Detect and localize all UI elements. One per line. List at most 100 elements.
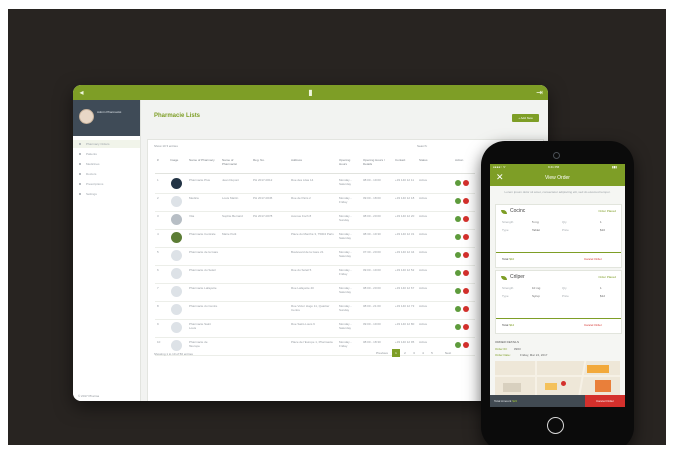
table-row[interactable]: 7 Pharmacie Lafayette Rue Lafayette 40 Mond… [155,283,475,302]
table-row[interactable]: 1 Pharmacie Plus Jean Dupont PH 2017-0012 Ru… [155,175,475,194]
map-block [587,365,609,373]
pharmacy-name: Pharmacie Saint Louis [189,322,212,330]
opening-hours: 08:00 - 20:00 [363,286,381,290]
order-details-heading: ORDER DETAILS [495,340,519,344]
table-row[interactable]: 3 Vita Sophie Bernard PH 2017-0078 Avenue Fo… [155,211,475,230]
sidebar-item-settings[interactable]: Settings [73,190,140,198]
edit-icon[interactable] [455,252,461,258]
divider [496,252,621,253]
delete-icon[interactable] [463,198,469,204]
page-button[interactable]: 1 [392,349,400,357]
bullet-icon [79,193,81,195]
menu-icon[interactable]: ◂ [77,88,86,97]
opening-days: Monday - Friday [339,268,352,276]
field-value: $12 [600,294,606,298]
opening-hours: 08:30 - 19:30 [363,232,381,236]
table-row[interactable]: 9 Pharmacie Saint Louis Rue Saint-Louis 9 M… [155,319,475,338]
sidebar-item-label: Doctors [86,172,97,176]
table-row[interactable]: 4 Pharmacie Centrale Marie Petit Place du M… [155,229,475,248]
opening-days: Monday - Saturday [339,178,352,186]
edit-icon[interactable] [455,198,461,204]
status-badge: Active [419,214,428,218]
home-button[interactable] [547,417,564,434]
col-address[interactable]: Address [291,158,333,162]
avatar[interactable] [79,109,94,124]
contact: +33 140 12 80 [395,322,415,326]
table-row[interactable]: 8 Pharmacie du Centre Rue Victor Hugo 11, … [155,301,475,320]
status-badge: Active [419,340,428,344]
page-button[interactable]: 4 [419,349,427,357]
sidebar-item-patients[interactable]: Patients [73,150,140,158]
cancel-all-button[interactable]: Cancel Order [585,395,625,407]
page-button[interactable]: 3 [410,349,418,357]
col-contact[interactable]: Contact [395,158,415,162]
pharmacist-name: Louis Martin [222,196,239,200]
page-button[interactable]: 5 [428,349,436,357]
delete-icon[interactable] [463,342,469,348]
prev-page-button[interactable]: Previous [374,349,390,357]
col-pharmacy[interactable]: Name of Pharmacy [189,158,217,162]
logout-icon[interactable]: ⇥ [535,88,544,97]
delete-icon[interactable] [463,252,469,258]
cancel-order-button[interactable]: Cancel Order [584,257,602,261]
field-value: Syrup [532,294,540,298]
edit-icon[interactable] [455,216,461,222]
delete-icon[interactable] [463,180,469,186]
col-reg[interactable]: Reg. No. [253,158,283,162]
notification-icon[interactable]: ▮ [306,88,315,97]
edit-icon[interactable] [455,306,461,312]
delete-icon[interactable] [463,216,469,222]
table-row[interactable]: 5 Pharmacie de la Gare Boulevard de la Gar… [155,247,475,266]
bullet-icon [79,163,81,165]
sidebar-item-label: Prescriptions [86,182,104,186]
delivery-map[interactable] [495,361,620,399]
add-pharmacy-button[interactable]: + Add New [512,114,539,122]
order-status: Order Placed [598,275,616,279]
col-status[interactable]: Status [419,158,437,162]
opening-hours: 09:00 - 18:00 [363,196,381,200]
delete-icon[interactable] [463,234,469,240]
table-row[interactable]: 10 Pharmacie de l'Europe Place de l'Europe… [155,337,475,356]
delete-icon[interactable] [463,270,469,276]
opening-days: Monday - Sunday [339,304,352,312]
sidebar-item-medicines[interactable]: Medicines [73,160,140,168]
page-title: Pharmacie Lists [154,113,201,119]
field-value: 1 [600,286,602,290]
map-pin-icon [561,381,566,386]
delete-icon[interactable] [463,288,469,294]
info-note: Lorem ipsum dolor sit amet, consectetur … [504,190,611,194]
col-opening[interactable]: Opening Hours [339,158,359,166]
pharmacist-name: Sophie Bernard [222,214,243,218]
edit-icon[interactable] [455,288,461,294]
field-label: Qty [562,220,567,224]
bottom-bar: Total Amount $22 Cancel Order [490,395,625,407]
sidebar-item-label: Settings [86,192,97,196]
sidebar-item-orders[interactable]: Pharmacy Orders [73,140,140,148]
table-row[interactable]: 6 Pharmacie du Soleil Rue du Soleil 5 Monda… [155,265,475,284]
table-row[interactable]: 2 Medica Louis Martin PH 2017-0045 Rue de Pa… [155,193,475,212]
edit-icon[interactable] [455,342,461,348]
page-button[interactable]: 2 [401,349,409,357]
delete-icon[interactable] [463,306,469,312]
entries-select[interactable]: Show 10 ▾ entries [154,144,178,148]
col-image[interactable]: Image [170,158,178,162]
cancel-order-button[interactable]: Cancel Order [584,323,602,327]
sidebar-item-label: Medicines [86,162,100,166]
col-num[interactable]: # [157,158,159,162]
col-hours[interactable]: Opening Hours / Details [363,158,391,166]
field-value: Tablet [532,228,541,232]
pharmacy-name: Vita [189,214,195,218]
col-pharmacist[interactable]: Name of Pharmacist [222,158,248,166]
phone-screen: ●●●●○ ᯤ 9:41 PM ▮▮▮ ✕ View Order Lorem i… [490,164,625,407]
delete-icon[interactable] [463,324,469,330]
edit-icon[interactable] [455,180,461,186]
edit-icon[interactable] [455,324,461,330]
sidebar-item-doctors[interactable]: Doctors [73,170,140,178]
sidebar-item-prescriptions[interactable]: Prescriptions [73,180,140,188]
leaf-icon [501,210,507,214]
edit-icon[interactable] [455,270,461,276]
battery-icon: ▮▮▮ [612,165,617,169]
next-page-button[interactable]: Next [440,349,456,357]
row-number: 9 [157,322,159,326]
edit-icon[interactable] [455,234,461,240]
